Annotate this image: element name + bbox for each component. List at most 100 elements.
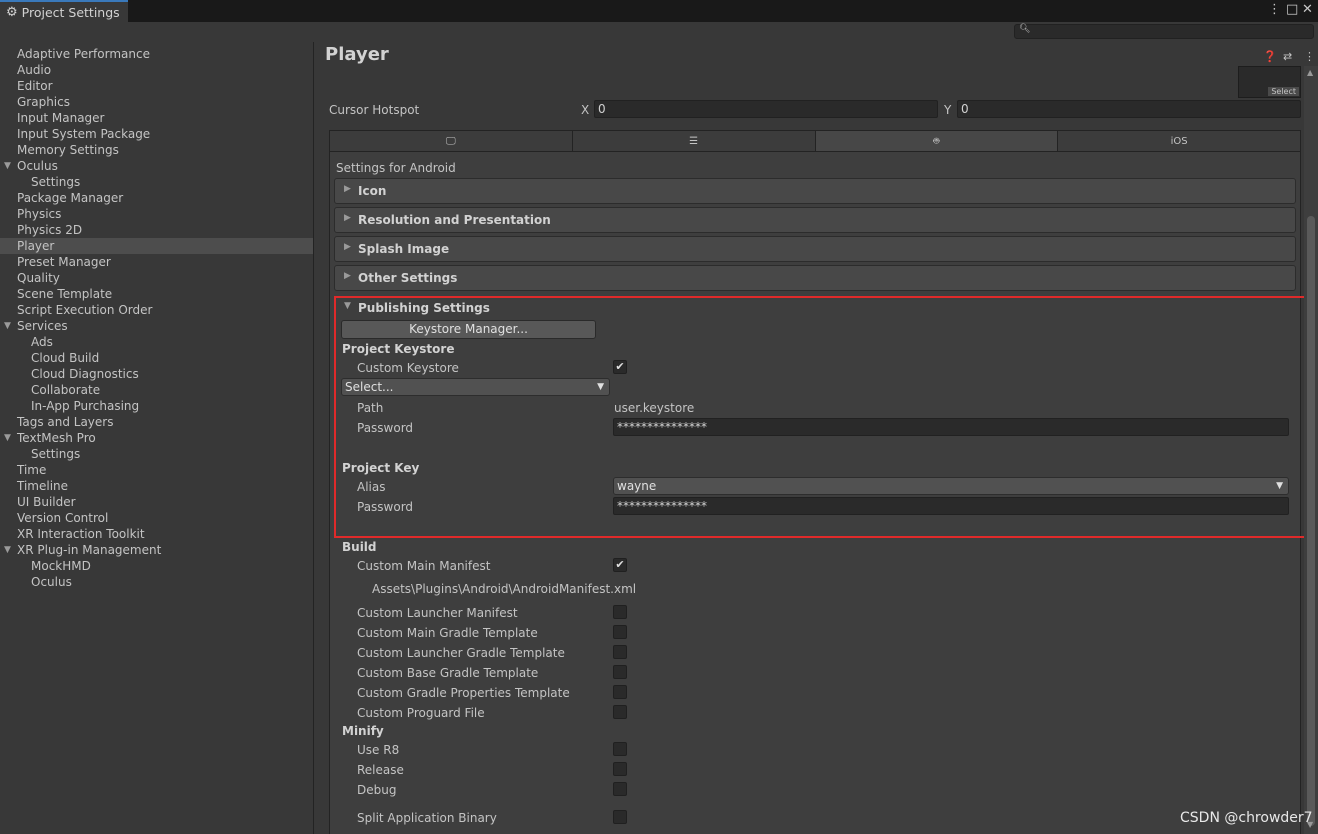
sidebar-item[interactable]: Package Manager <box>0 190 313 206</box>
cursor-texture-slot[interactable]: Select <box>1238 66 1301 98</box>
sidebar-item-label: Services <box>17 319 68 333</box>
option-checkbox[interactable] <box>613 685 627 699</box>
sidebar-item[interactable]: Time <box>0 462 313 478</box>
sidebar-item[interactable]: Collaborate <box>0 382 313 398</box>
kebab-menu-icon[interactable]: ⋮ <box>1268 2 1281 17</box>
foldout-other-settings[interactable]: ▶ Other Settings <box>334 265 1296 291</box>
tab-android[interactable]: 🤖︎ <box>815 131 1059 151</box>
triangle-right-icon: ▶ <box>344 213 351 223</box>
sidebar-item[interactable]: Settings <box>0 446 313 462</box>
sidebar-item[interactable]: XR Interaction Toolkit <box>0 526 313 542</box>
sidebar-item[interactable]: Preset Manager <box>0 254 313 270</box>
sidebar-item[interactable]: Cloud Build <box>0 350 313 366</box>
foldout-splash-image[interactable]: ▶ Splash Image <box>334 236 1296 262</box>
tab-server[interactable]: ☰ <box>572 131 816 151</box>
sidebar-item[interactable]: Scene Template <box>0 286 313 302</box>
option-label: Custom Gradle Properties Template <box>357 686 570 700</box>
sidebar-item[interactable]: Script Execution Order <box>0 302 313 318</box>
sidebar-item[interactable]: Physics <box>0 206 313 222</box>
sidebar-item[interactable]: Tags and Layers <box>0 414 313 430</box>
sidebar-item[interactable]: MockHMD <box>0 558 313 574</box>
sidebar-item-label: XR Interaction Toolkit <box>17 527 145 541</box>
sidebar-item[interactable]: Audio <box>0 62 313 78</box>
sidebar-item[interactable]: Memory Settings <box>0 142 313 158</box>
hotspot-y-input[interactable]: 0 <box>957 100 1301 118</box>
option-checkbox[interactable] <box>613 665 627 679</box>
search-icon: 🔍︎ <box>1019 24 1031 34</box>
preset-icon[interactable]: ⇄ <box>1283 50 1292 63</box>
sidebar-item[interactable]: Editor <box>0 78 313 94</box>
sidebar-item-label: XR Plug-in Management <box>17 543 162 557</box>
sidebar-item[interactable]: Timeline <box>0 478 313 494</box>
option-checkbox[interactable] <box>613 742 627 756</box>
sidebar-item-label: Oculus <box>17 159 58 173</box>
option-label: Custom Base Gradle Template <box>357 666 539 680</box>
sidebar-item[interactable]: Cloud Diagnostics <box>0 366 313 382</box>
option-checkbox[interactable] <box>613 782 627 796</box>
tab-ios[interactable]: iOS <box>1058 131 1300 151</box>
sidebar-item[interactable]: Player <box>0 238 313 254</box>
sidebar-item[interactable]: Input System Package <box>0 126 313 142</box>
sidebar-item-label: Input Manager <box>17 111 105 125</box>
sidebar-item-label: Audio <box>17 63 52 77</box>
sidebar-item[interactable]: ▼ XR Plug-in Management <box>0 542 313 558</box>
sidebar-item[interactable]: Graphics <box>0 94 313 110</box>
triangle-down-icon[interactable]: ▼ <box>4 542 11 558</box>
sidebar-item[interactable]: Physics 2D <box>0 222 313 238</box>
sidebar-item[interactable]: Quality <box>0 270 313 286</box>
search-input[interactable]: 🔍︎ <box>1014 24 1314 39</box>
sidebar-item-label: Timeline <box>17 479 69 493</box>
server-icon: ☰ <box>689 135 699 147</box>
sidebar-item-label: Preset Manager <box>17 255 111 269</box>
triangle-down-icon[interactable]: ▼ <box>4 158 11 174</box>
sidebar-item[interactable]: Input Manager <box>0 110 313 126</box>
split-binary-checkbox[interactable] <box>613 810 627 824</box>
monitor-icon: 🖵 <box>446 135 456 147</box>
help-icon[interactable]: ❓ <box>1263 50 1277 63</box>
window-tab-title: Project Settings <box>21 4 120 20</box>
scrollbar[interactable]: ▲ ▼ <box>1304 66 1318 834</box>
option-checkbox[interactable] <box>613 705 627 719</box>
sidebar-item-label: Graphics <box>17 95 70 109</box>
sidebar-item[interactable]: Settings <box>0 174 313 190</box>
highlight-box <box>334 296 1316 538</box>
sidebar-item[interactable]: Oculus <box>0 574 313 590</box>
sidebar-item[interactable]: Adaptive Performance <box>0 46 313 62</box>
triangle-right-icon: ▶ <box>344 242 351 252</box>
cursor-hotspot-label: Cursor Hotspot <box>329 103 420 117</box>
triangle-right-icon: ▶ <box>344 271 351 281</box>
sidebar-item[interactable]: In-App Purchasing <box>0 398 313 414</box>
scrollbar-thumb[interactable] <box>1307 216 1315 826</box>
sidebar-item[interactable]: ▼ TextMesh Pro <box>0 430 313 446</box>
foldout-icon[interactable]: ▶ Icon <box>334 178 1296 204</box>
close-icon[interactable]: ✕ <box>1302 2 1313 17</box>
option-checkbox[interactable] <box>613 625 627 639</box>
tab-standalone[interactable]: 🖵 <box>330 131 573 151</box>
sidebar-item[interactable]: ▼ Services <box>0 318 313 334</box>
option-label: Custom Proguard File <box>357 706 485 720</box>
platform-tabs: 🖵 ☰ 🤖︎ iOS <box>329 130 1301 152</box>
scroll-up-icon[interactable]: ▲ <box>1307 68 1313 77</box>
hotspot-x-label: X <box>581 103 590 117</box>
sidebar-item[interactable]: ▼ Oculus <box>0 158 313 174</box>
option-checkbox[interactable] <box>613 605 627 619</box>
sidebar-item-label: Physics 2D <box>17 223 83 237</box>
sidebar-item[interactable]: UI Builder <box>0 494 313 510</box>
sidebar-item-label: Editor <box>17 79 53 93</box>
custom-main-manifest-checkbox[interactable]: ✔ <box>613 558 627 572</box>
triangle-down-icon[interactable]: ▼ <box>4 318 11 334</box>
option-checkbox[interactable] <box>613 762 627 776</box>
foldout-resolution[interactable]: ▶ Resolution and Presentation <box>334 207 1296 233</box>
sidebar-item[interactable]: Ads <box>0 334 313 350</box>
more-menu-icon[interactable]: ⋮ <box>1304 50 1315 63</box>
select-texture-button[interactable]: Select <box>1268 87 1299 96</box>
option-checkbox[interactable] <box>613 645 627 659</box>
hotspot-x-input[interactable]: 0 <box>594 100 938 118</box>
triangle-down-icon[interactable]: ▼ <box>4 430 11 446</box>
sidebar-item-label: Cloud Build <box>31 351 100 365</box>
window-tab[interactable]: ⚙ Project Settings <box>0 0 128 22</box>
sidebar-item[interactable]: Version Control <box>0 510 313 526</box>
sidebar-item-label: Settings <box>31 175 81 189</box>
split-binary-label: Split Application Binary <box>357 811 497 825</box>
maximize-icon[interactable]: □ <box>1286 2 1298 17</box>
